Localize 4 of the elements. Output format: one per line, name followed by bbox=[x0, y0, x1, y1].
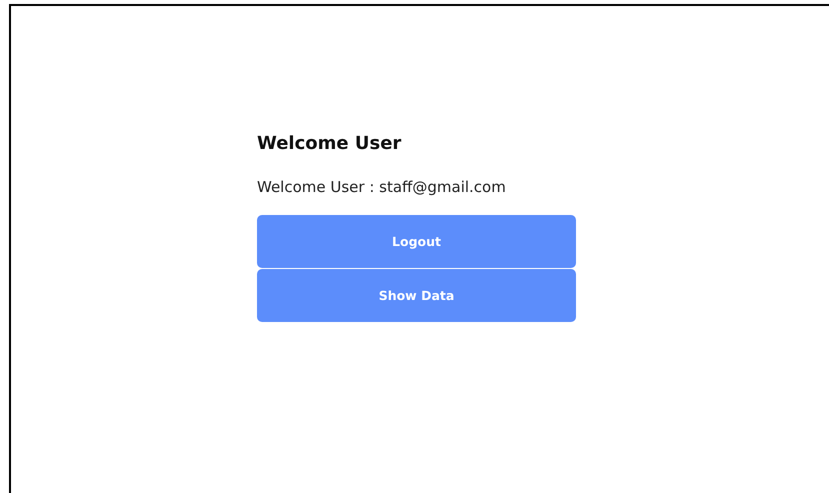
page-heading: Welcome User bbox=[257, 132, 402, 156]
action-button[interactable]: Logout bbox=[257, 215, 576, 268]
action-button[interactable]: Show Data bbox=[257, 269, 576, 322]
welcome-text: Welcome User : staff@gmail.com bbox=[257, 177, 507, 197]
